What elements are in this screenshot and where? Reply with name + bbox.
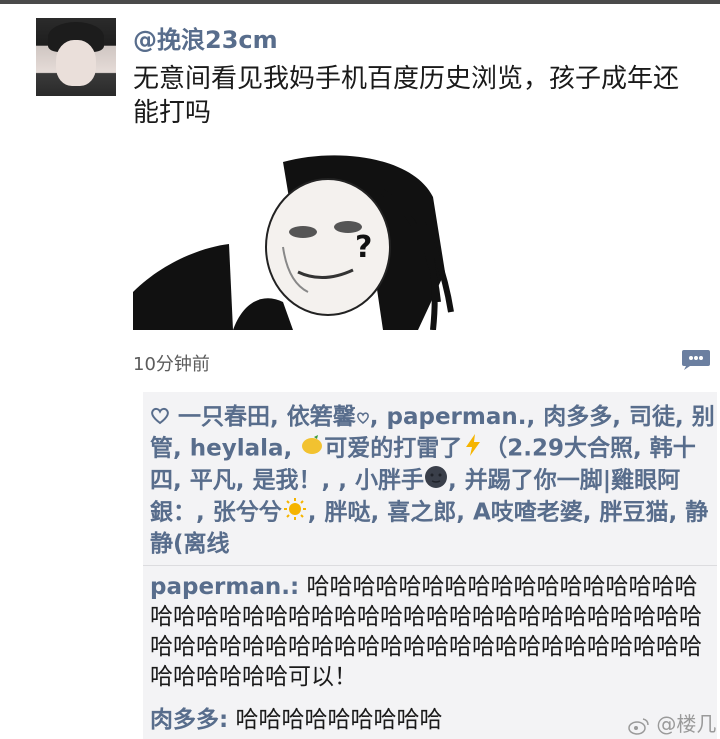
small-heart-icon [356, 403, 370, 433]
meme-question-mark: ? [355, 230, 372, 265]
avatar[interactable] [36, 18, 116, 96]
lightning-icon [462, 433, 484, 465]
meme-image[interactable]: ? [133, 152, 457, 331]
post-text: 无意间看见我妈手机百度历史浏览，孩子成年还能打吗 [133, 64, 680, 128]
avatar-face [56, 40, 96, 86]
weibo-logo-icon [628, 717, 649, 735]
likes-list[interactable]: 一只春田, 依箬馨, paperman., 肉多多, 司徒, 别管, heyla… [150, 402, 716, 559]
comment-author[interactable]: 肉多多: [150, 707, 228, 733]
comment-item[interactable]: 肉多多: 哈哈哈哈哈哈哈哈哈 [150, 705, 710, 735]
comment-icon [682, 350, 710, 370]
comment-item[interactable]: paperman.: 哈哈哈哈哈哈哈哈哈哈哈哈哈哈哈哈哈哈哈哈哈哈哈哈哈哈哈哈哈… [150, 572, 710, 692]
sun-icon [282, 497, 308, 529]
meme-illustration: ? [133, 155, 454, 331]
post-timestamp: 10分钟前 [133, 354, 210, 375]
lemon-icon [300, 433, 324, 465]
heart-outline-icon [150, 403, 170, 433]
comment-text: 哈哈哈哈哈哈哈哈哈 [228, 707, 443, 733]
top-divider [0, 0, 720, 4]
post-username[interactable]: @挽浪23cm [133, 20, 278, 55]
watermark: @楼几 [628, 708, 716, 737]
watermark-text: @楼几 [656, 712, 717, 736]
likes-names-1: 一只春田, 依箬馨 [178, 404, 356, 430]
new-moon-face-icon [424, 465, 448, 497]
likes-names-3: 可爱的打雷了 [324, 435, 463, 461]
comment-author[interactable]: paperman.: [150, 574, 299, 600]
comment-button[interactable] [680, 348, 712, 370]
